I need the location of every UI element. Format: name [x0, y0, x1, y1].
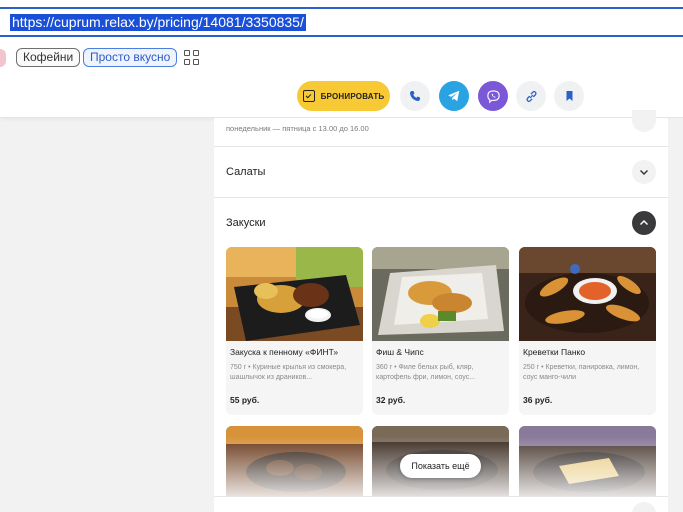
grid-icon[interactable] — [184, 50, 199, 65]
telegram-button[interactable] — [439, 81, 469, 111]
address-bar: https://cuprum.relax.by/pricing/14081/33… — [0, 0, 683, 43]
divider — [214, 197, 668, 198]
dish-photo — [372, 247, 509, 341]
telegram-icon — [448, 90, 460, 102]
action-bar: БРОНИРОВАТЬ — [0, 73, 683, 118]
tag-chips-row: Кофейни Просто вкусно — [0, 43, 683, 73]
menu-card[interactable]: Фиш & Чипс 360 г • Филе белых рыб, кляр,… — [372, 247, 509, 415]
menu-content: понедельник — пятница с 13.00 до 16.00 С… — [214, 110, 668, 512]
card-price: 32 руб. — [376, 395, 406, 405]
card-description: 750 г • Куриные крылья из смокера, шашлы… — [230, 364, 347, 381]
chip-coffee[interactable]: Кофейни — [16, 48, 81, 67]
url-text[interactable]: https://cuprum.relax.by/pricing/14081/33… — [10, 14, 306, 31]
hours-text: понедельник — пятница с 13.00 до 16.00 — [226, 124, 369, 133]
url-field[interactable]: https://cuprum.relax.by/pricing/14081/33… — [0, 7, 683, 37]
show-more-button[interactable]: Показать ещё — [400, 454, 481, 478]
bookmark-button[interactable] — [554, 81, 584, 111]
phone-button[interactable] — [400, 81, 430, 111]
bookmark-icon — [566, 91, 572, 101]
card-description: 250 г • Креветки, панировка, лимон, соус… — [523, 364, 640, 381]
collapse-chevron-partial[interactable] — [632, 110, 656, 132]
card-title: Закуска к пенному «ФИНТ» — [230, 347, 339, 357]
menu-card[interactable]: Закуска к пенному «ФИНТ» 750 г • Куриные… — [226, 247, 363, 415]
chip-simply-tasty[interactable]: Просто вкусно — [83, 48, 178, 67]
expand-salads-button[interactable] — [632, 160, 656, 184]
collapse-snacks-button[interactable] — [632, 211, 656, 235]
book-button[interactable]: БРОНИРОВАТЬ — [297, 81, 390, 111]
phone-icon — [410, 91, 420, 101]
share-link-button[interactable] — [516, 81, 546, 111]
book-button-label: БРОНИРОВАТЬ — [320, 91, 385, 101]
section-title-salads[interactable]: Салаты — [226, 166, 265, 178]
viber-icon — [486, 89, 500, 103]
next-section-header[interactable] — [214, 496, 668, 512]
link-icon — [525, 90, 537, 102]
menu-card[interactable]: Креветки Панко 250 г • Креветки, паниров… — [519, 247, 656, 415]
card-price: 36 руб. — [523, 395, 553, 405]
calendar-check-icon — [302, 90, 315, 102]
section-title-snacks[interactable]: Закуски — [226, 217, 266, 229]
card-title: Креветки Панко — [523, 347, 586, 357]
card-title: Фиш & Чипс — [376, 347, 424, 357]
dish-photo — [519, 247, 656, 341]
chevron-up-icon — [640, 220, 648, 225]
card-price: 55 руб. — [230, 395, 260, 405]
card-description: 360 г • Филе белых рыб, кляр, картофель … — [376, 364, 476, 381]
dish-photo — [226, 247, 363, 341]
scrollbar-track[interactable] — [669, 118, 683, 512]
viber-button[interactable] — [478, 81, 508, 111]
chip-partial[interactable] — [0, 49, 6, 67]
chevron-down-icon — [640, 170, 648, 175]
page: https://cuprum.relax.by/pricing/14081/33… — [0, 0, 683, 512]
divider — [214, 146, 668, 147]
